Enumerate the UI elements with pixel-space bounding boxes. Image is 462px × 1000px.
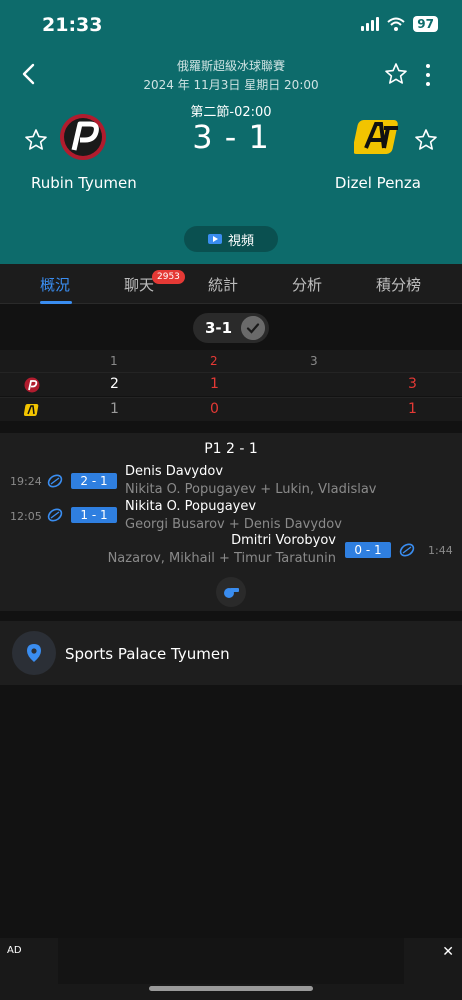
home-total-score: 3 [408, 376, 417, 392]
venue-row[interactable]: Sports Palace Tyumen [0, 621, 462, 685]
whistle-icon [216, 577, 246, 607]
tab-standings[interactable]: 積分榜 [376, 274, 421, 295]
ad-content[interactable] [58, 938, 404, 984]
venue-name: Sports Palace Tyumen [65, 645, 230, 663]
battery-indicator: 97 [413, 16, 438, 32]
status-time: 21:33 [42, 14, 103, 36]
match-events-panel: P1 2 - 1 19:24 2 - 1 Denis Davydov Nikit… [0, 433, 462, 611]
goal-puck-icon [47, 474, 63, 488]
event-time: 12:05 [10, 510, 42, 523]
period-1-title: P1 2 - 1 [204, 441, 258, 457]
chat-count-badge: 2953 [152, 270, 185, 284]
wifi-icon [387, 17, 405, 31]
event-time: 19:24 [10, 475, 42, 488]
event-assists: Nazarov, Mikhail + Timur Taratunin [107, 551, 336, 566]
home-indicator[interactable] [149, 986, 313, 991]
away-total-score: 1 [408, 401, 417, 417]
video-play-icon [207, 234, 222, 244]
status-icons: 97 [361, 16, 438, 32]
event-assists: Georgi Busarov + Denis Davydov [125, 517, 342, 532]
rubin-tyumen-small-logo [24, 377, 40, 393]
away-score-row: 1 0 1 [0, 397, 462, 421]
period-1-header: 1 [110, 354, 118, 368]
favorite-away-team-star-icon[interactable] [414, 128, 438, 152]
active-tab-indicator [40, 301, 72, 304]
period-header-row: 1 2 3 [0, 350, 462, 372]
tab-stats[interactable]: 統計 [208, 274, 238, 295]
video-button[interactable]: 視頻 [184, 226, 278, 252]
event-score: 1 - 1 [71, 507, 117, 523]
event-scorer: Denis Davydov [125, 464, 224, 479]
home-team-name[interactable]: Rubin Tyumen [31, 174, 137, 192]
event-assists: Nikita O. Popugayev + Lukin, Vladislav [125, 482, 377, 497]
event-score: 0 - 1 [345, 542, 391, 558]
tab-bar: 概況 聊天 統計 分析 積分榜 [0, 264, 462, 304]
tab-chat[interactable]: 聊天 [124, 274, 154, 295]
event-score: 2 - 1 [71, 473, 117, 489]
home-period-1-score: 2 [110, 376, 119, 392]
away-team-name[interactable]: Dizel Penza [335, 174, 421, 192]
goal-puck-icon [399, 543, 415, 557]
more-options-icon[interactable] [424, 64, 432, 86]
goal-puck-icon [47, 508, 63, 522]
event-scorer: Dmitri Vorobyov [231, 533, 336, 548]
dizel-penza-logo[interactable] [354, 114, 406, 162]
favorite-home-team-star-icon[interactable] [24, 128, 48, 152]
away-period-2-score: 0 [210, 401, 219, 417]
check-icon [241, 316, 265, 340]
cellular-signal-icon [361, 17, 380, 31]
ad-close-icon[interactable]: ✕ [442, 944, 454, 960]
favorite-match-star-icon[interactable] [384, 62, 408, 86]
tab-analysis[interactable]: 分析 [292, 274, 322, 295]
home-score-row: 2 1 3 [0, 372, 462, 396]
away-period-1-score: 1 [110, 401, 119, 417]
home-period-2-score: 1 [210, 376, 219, 392]
pill-score: 3-1 [205, 319, 233, 337]
ad-label: AD [7, 945, 22, 956]
event-scorer: Nikita O. Popugayev [125, 499, 257, 514]
event-time: 1:44 [428, 544, 453, 557]
final-score-pill: 3-1 [193, 313, 269, 343]
rubin-tyumen-logo[interactable] [58, 112, 108, 162]
period-2-header: 2 [210, 354, 218, 368]
match-header: 21:33 97 俄羅斯超級冰球聯賽 2024 年 11月3日 星期日 20:0… [0, 0, 462, 264]
location-pin-icon [12, 631, 56, 675]
tab-overview[interactable]: 概況 [40, 274, 70, 295]
period-3-header: 3 [310, 354, 318, 368]
video-button-label: 視頻 [227, 233, 254, 249]
dizel-penza-small-logo [24, 404, 39, 416]
